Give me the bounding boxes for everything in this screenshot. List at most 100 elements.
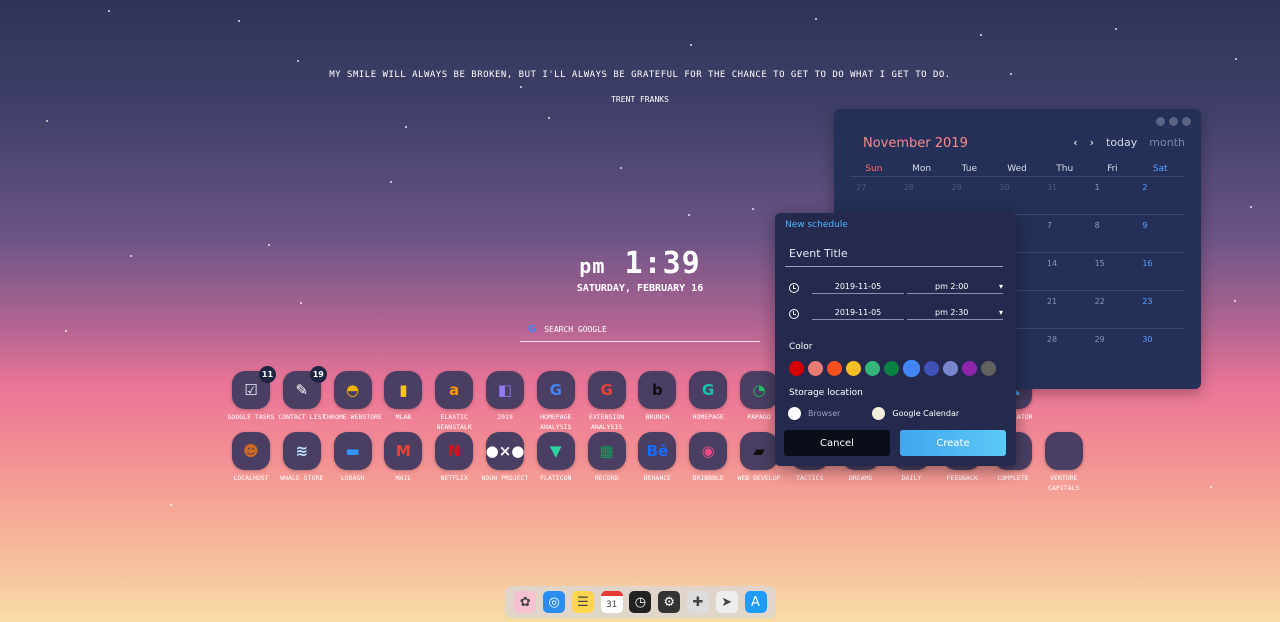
google-calendar-radio[interactable]: [872, 407, 886, 420]
clock: pm 1:39: [540, 246, 740, 281]
webdevelop-icon: ▰: [740, 432, 778, 470]
search-input[interactable]: Search Google: [544, 325, 607, 334]
calendar-day[interactable]: 23: [1136, 291, 1184, 328]
color-label: Color: [789, 342, 813, 352]
clock-ampm: pm: [579, 254, 606, 278]
window-dot[interactable]: [1182, 117, 1191, 126]
month-view-button[interactable]: month: [1149, 136, 1185, 149]
end-date-field[interactable]: 2019-11-05: [812, 308, 904, 320]
calendar-day[interactable]: 14: [1041, 253, 1089, 290]
color-swatch[interactable]: [981, 361, 996, 376]
calendar-day[interactable]: 30: [993, 177, 1041, 214]
flower-icon[interactable]: ✿: [514, 591, 537, 613]
calendar-day[interactable]: 16: [1136, 253, 1184, 290]
calendar-day[interactable]: 21: [1041, 291, 1089, 328]
netflix-icon: N: [435, 432, 474, 470]
webstore-icon: ◓: [333, 371, 372, 409]
color-swatch[interactable]: [943, 361, 958, 376]
end-time-select[interactable]: pm 2:30 ▾: [907, 308, 1003, 320]
google-calendar-label: Google Calendar: [892, 409, 960, 418]
create-button[interactable]: Create: [900, 430, 1006, 456]
calendar-day[interactable]: 22: [1089, 291, 1137, 328]
calendar-month-title: November 2019: [863, 136, 968, 151]
color-swatch[interactable]: [924, 361, 939, 376]
safari-icon[interactable]: ◎: [543, 591, 566, 613]
notes-icon[interactable]: ☰: [571, 591, 594, 613]
appstore-icon[interactable]: A: [744, 591, 767, 613]
calendar-day[interactable]: 30: [1136, 329, 1184, 366]
papago-icon: ◔: [740, 371, 778, 409]
calendar-day[interactable]: 31: [1041, 177, 1089, 214]
lodash-icon: ▬: [333, 432, 372, 470]
calendar-day[interactable]: 1: [1089, 177, 1137, 214]
color-swatch[interactable]: [789, 361, 804, 376]
event-title-input[interactable]: Event Title: [785, 247, 1003, 267]
calendar-day[interactable]: 2: [1136, 177, 1184, 214]
cancel-button[interactable]: Cancel: [784, 430, 890, 456]
tasks-icon: ☑ 11: [232, 366, 276, 409]
calendar-icon[interactable]: 31: [600, 591, 623, 613]
color-swatch[interactable]: [827, 361, 842, 376]
calendar-day[interactable]: 29: [1089, 329, 1137, 366]
start-row: 2019-11-05 pm 2:00 ▾: [789, 279, 1004, 297]
clock-time: 1:39: [624, 246, 701, 281]
days-of-week: Sun Mon Tue Wed Thu Fri Sat: [850, 164, 1184, 174]
prev-month-button[interactable]: ‹: [1073, 136, 1077, 149]
next-month-button[interactable]: ›: [1090, 136, 1094, 149]
storage-label: Storage location: [789, 388, 863, 398]
start-date-field[interactable]: 2019-11-05: [812, 282, 904, 294]
whale-icon: ≋: [282, 432, 321, 470]
puzzle-icon[interactable]: ✚: [686, 591, 709, 613]
day-of-week-mon: Mon: [912, 164, 932, 174]
new-schedule-dialog: New schedule Event Title 2019-11-05 pm 2…: [775, 213, 1016, 466]
color-swatch[interactable]: [903, 360, 920, 377]
today-button[interactable]: today: [1106, 136, 1137, 149]
search-bar[interactable]: G Search Google: [520, 318, 760, 342]
browser-label: Browser: [808, 409, 841, 418]
color-swatch[interactable]: [808, 361, 823, 376]
calendar-day[interactable]: 29: [945, 177, 993, 214]
end-row: 2019-11-05 pm 2:30 ▾: [789, 305, 1004, 323]
send-icon[interactable]: ➤: [715, 591, 738, 613]
clock-icon[interactable]: ◷: [629, 591, 652, 613]
calendar-day[interactable]: 15: [1089, 253, 1137, 290]
note-icon: ✎ 19: [282, 366, 327, 409]
day-of-week-sat: Sat: [1152, 164, 1168, 174]
dialog-title: New schedule: [785, 220, 848, 230]
app-venture-capitals[interactable]: Venture Capitals: [1034, 432, 1094, 493]
behance-icon: Bē: [638, 432, 677, 470]
color-swatch[interactable]: [846, 361, 861, 376]
dribbble-icon: ◉: [689, 432, 728, 470]
flaticon-icon: ▼: [536, 432, 575, 470]
folder-icon: [1044, 432, 1083, 470]
settings-icon[interactable]: ⚙: [658, 591, 681, 613]
quote-author: Trent Franks: [611, 95, 669, 104]
2019-icon: ◧: [486, 371, 524, 409]
calendar-day[interactable]: 28: [898, 177, 946, 214]
clock-icon: [789, 283, 799, 293]
mlab-icon: ▮: [384, 371, 423, 409]
calendar-day[interactable]: 8: [1089, 215, 1137, 252]
day-of-week-thu: Thu: [1056, 164, 1074, 174]
calendar-day[interactable]: 27: [850, 177, 898, 214]
start-time-select[interactable]: pm 2:00 ▾: [907, 282, 1003, 294]
day-of-week-fri: Fri: [1107, 164, 1118, 174]
clock-icon: [789, 309, 799, 319]
app-label: Venture Capitals: [1048, 474, 1080, 492]
color-swatch[interactable]: [962, 361, 977, 376]
sheets-icon: ▦: [587, 432, 626, 470]
browser-radio[interactable]: [788, 407, 801, 420]
window-dot[interactable]: [1156, 117, 1165, 126]
google-icon: G: [528, 324, 537, 335]
date-label: Saturday, February 16: [576, 283, 704, 294]
calendar-day[interactable]: 9: [1136, 215, 1184, 252]
calendar-day[interactable]: 7: [1041, 215, 1089, 252]
window-controls: [1156, 117, 1191, 126]
aws-icon: a: [435, 371, 474, 409]
window-dot[interactable]: [1169, 117, 1178, 126]
homepage-icon: G: [689, 371, 728, 409]
color-swatch[interactable]: [865, 361, 880, 376]
calendar-week: 27 28 29 30 31 1 2: [850, 176, 1184, 214]
calendar-day[interactable]: 28: [1041, 329, 1089, 366]
color-swatch[interactable]: [884, 361, 899, 376]
